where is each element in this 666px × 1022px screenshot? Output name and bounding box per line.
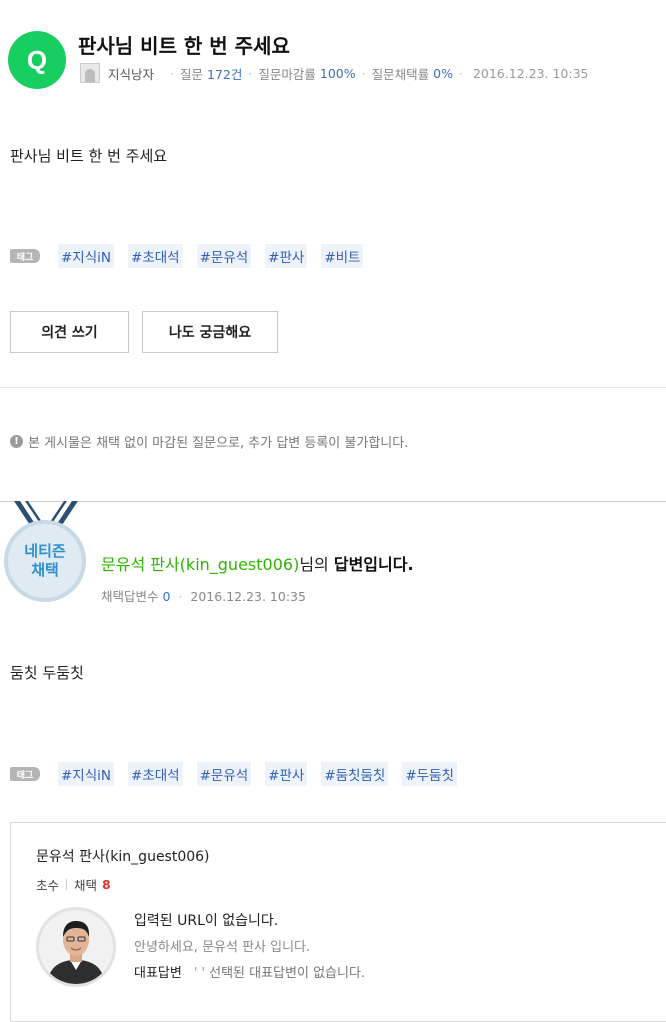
- profile-photo-avatar[interactable]: [36, 907, 116, 987]
- divider: [0, 387, 666, 388]
- answer-title-label: 답변입니다.: [333, 555, 414, 574]
- section-divider: [0, 501, 666, 502]
- answer-author-link[interactable]: 문유석 판사(kin_guest006): [101, 555, 299, 574]
- adopted-count-label: 채택답변수: [101, 589, 159, 604]
- tag-item[interactable]: #문유석: [196, 762, 252, 786]
- close-rate-label: 질문마감률: [258, 66, 316, 82]
- question-date: 2016.12.23. 10:35: [472, 65, 589, 81]
- answer-meta: 채택답변수 0 · 2016.12.23. 10:35: [101, 589, 306, 604]
- representative-answer-label: 대표답변: [134, 966, 182, 981]
- medal-text-line2: 채택: [31, 561, 59, 579]
- info-icon: !: [10, 435, 23, 448]
- question-tag-list: 태그 #지식iN #초대석 #문유석 #판사 #비트: [10, 244, 377, 268]
- tag-label-icon: 태그: [10, 767, 40, 781]
- answer-title: 문유석 판사(kin_guest006)님의 답변입니다.: [101, 551, 414, 575]
- profile-adopt-count: 8: [102, 877, 111, 892]
- adopted-count: 0: [162, 589, 171, 604]
- medal-text-line1: 네티즌: [24, 542, 66, 560]
- profile-url: 입력된 URL이 없습니다.: [134, 913, 279, 929]
- tag-item[interactable]: #판사: [265, 244, 308, 268]
- tag-item[interactable]: #지식iN: [58, 762, 115, 786]
- adopt-rate-label: 질문채택률: [371, 66, 430, 82]
- answer-title-suffix: 님의: [299, 555, 334, 574]
- answer-tag-list: 태그 #지식iN #초대석 #문유석 #판사 #둠칫둠칫 #두둠칫: [10, 762, 471, 786]
- netizen-adopt-medal-icon: 네티즌 채택: [4, 520, 86, 602]
- profile-greeting: 안녕하세요, 문유석 판사 입니다.: [134, 940, 311, 955]
- question-meta: 지식낭자 · 질문 172건 · 질문마감률 100% · 질문채택률 0% ·…: [80, 63, 589, 83]
- author-name[interactable]: 지식낭자: [108, 64, 154, 83]
- question-count-label: 질문: [180, 66, 204, 82]
- profile-adopt-label: 채택: [74, 878, 98, 893]
- tag-item[interactable]: #초대석: [128, 244, 183, 268]
- profile-level: 초수: [36, 878, 60, 893]
- tag-item[interactable]: #지식iN: [58, 244, 115, 268]
- closed-notice-text: 본 게시물은 채택 없이 마감된 질문으로, 추가 답변 등록이 불가합니다.: [28, 436, 409, 451]
- write-opinion-button[interactable]: 의견 쓰기: [10, 311, 129, 353]
- answer-date: 2016.12.23. 10:35: [190, 589, 306, 604]
- profile-stats: 초수 채택 8: [36, 875, 111, 894]
- profile-name[interactable]: 문유석 판사(kin_guest006): [36, 846, 210, 866]
- tag-item[interactable]: #판사: [265, 762, 308, 786]
- me-too-curious-button[interactable]: 나도 궁금해요: [142, 311, 278, 353]
- author-avatar-icon[interactable]: [80, 63, 100, 83]
- tag-item[interactable]: #비트: [321, 244, 364, 268]
- question-count: 172건: [207, 66, 243, 82]
- tag-item[interactable]: #초대석: [128, 762, 183, 786]
- tag-item[interactable]: #둠칫둠칫: [321, 762, 389, 786]
- question-title: 판사님 비트 한 번 주세요: [78, 34, 290, 58]
- closed-notice: ! 본 게시물은 채택 없이 마감된 질문으로, 추가 답변 등록이 불가합니다…: [10, 432, 408, 451]
- question-badge-icon: Q: [8, 31, 66, 89]
- adopt-rate: 0%: [433, 65, 453, 81]
- profile-representative-answer: 대표답변 ' ' 선택된 대표답변이 없습니다.: [134, 966, 366, 981]
- tag-item[interactable]: #문유석: [196, 244, 252, 268]
- tag-item[interactable]: #두둠칫: [402, 762, 457, 786]
- answer-body: 둠칫 두둠칫: [10, 664, 84, 682]
- tag-label-icon: 태그: [10, 249, 40, 263]
- close-rate: 100%: [319, 65, 356, 81]
- representative-answer-value: 선택된 대표답변이 없습니다.: [209, 966, 366, 981]
- question-body: 판사님 비트 한 번 주세요: [10, 147, 168, 165]
